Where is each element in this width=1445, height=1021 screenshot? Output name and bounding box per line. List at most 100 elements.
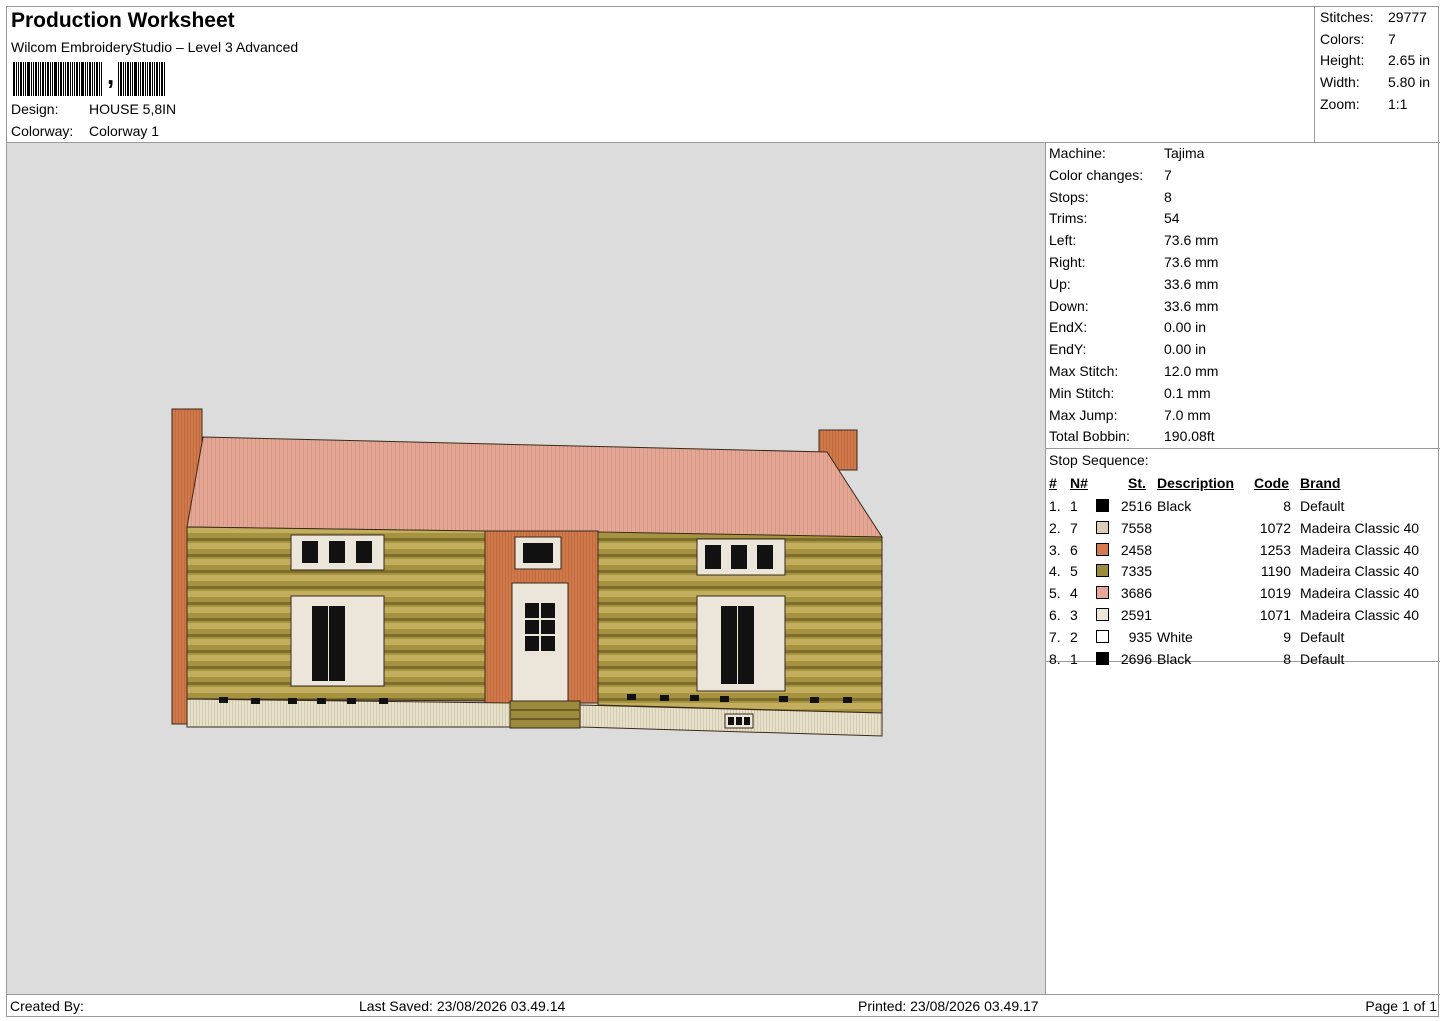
- stop-index: 1.: [1049, 498, 1061, 514]
- needle-number: 1: [1070, 650, 1078, 667]
- machine-label: Right:: [1049, 254, 1086, 270]
- barcode-bar: [118, 62, 120, 96]
- barcode-bar: [149, 62, 152, 96]
- colorway-row: Colorway: Colorway 1: [11, 123, 159, 139]
- machine-value: 7.0 mm: [1164, 406, 1211, 423]
- machine-label: Min Stitch:: [1049, 384, 1115, 401]
- barcode-bar: [120, 62, 123, 96]
- summary-value: 29777: [1388, 9, 1427, 25]
- machine-label: Max Jump:: [1049, 406, 1118, 423]
- barcode-bar: [123, 62, 125, 96]
- barcode-bar: [67, 62, 69, 96]
- summary-value: 5.80 in: [1388, 74, 1431, 90]
- thread-code: 8: [1283, 498, 1291, 514]
- barcode-bar: [60, 62, 62, 96]
- barcode-bar: [52, 62, 53, 96]
- barcode-bar: [54, 62, 57, 96]
- barcode-bar: [20, 62, 22, 96]
- stitch-count: 3686: [1120, 585, 1152, 602]
- machine-row: Color changes: 7: [1049, 167, 1172, 183]
- barcode-bar: [161, 62, 164, 96]
- barcode-bar: [38, 62, 39, 96]
- barcode-bar: [35, 62, 37, 96]
- summary-stitches: Stitches: 29777: [1320, 9, 1427, 25]
- thread-brand: Madeira Classic 40: [1300, 563, 1420, 580]
- barcode-bar: [125, 62, 127, 96]
- barcode-bar: [92, 62, 93, 96]
- thread-code: 8: [1283, 650, 1291, 667]
- page-title: Production Worksheet: [11, 9, 235, 32]
- barcode-bar: [130, 62, 132, 96]
- stitch-count: 7558: [1120, 519, 1152, 536]
- summary-label: Height:: [1320, 52, 1365, 68]
- thread-brand: Madeira Classic 40: [1300, 607, 1420, 623]
- thread-code: 1019: [1259, 585, 1291, 602]
- machine-row: Min Stitch: 0.1 mm: [1049, 385, 1211, 401]
- barcode: ,: [13, 60, 166, 96]
- worksheet-header: Production Worksheet Wilcom EmbroiderySt…: [7, 7, 1314, 143]
- stop-index: 2.: [1049, 519, 1061, 536]
- barcode-bar: [50, 62, 51, 96]
- machine-value: 33.6 mm: [1164, 297, 1219, 314]
- stop-row: 3. 6 2458 1253 Madeira Classic 40: [1046, 540, 1440, 562]
- stop-index: 4.: [1049, 563, 1061, 580]
- thread-brand: Default: [1300, 498, 1345, 514]
- thread-code: 9: [1283, 628, 1291, 645]
- barcode-bar: [87, 62, 88, 96]
- barcode-bar: [159, 62, 161, 96]
- production-worksheet: Production Worksheet Wilcom EmbroiderySt…: [6, 6, 1440, 1017]
- thread-brand: Default: [1300, 628, 1345, 645]
- machine-details: Machine: Tajima Color changes: 7 Stops: 8 Trim…: [1046, 143, 1440, 449]
- stop-row: 1. 1 2516 Black 8 Default: [1046, 496, 1440, 518]
- machine-value: 33.6 mm: [1164, 275, 1219, 292]
- barcode-bar: [16, 62, 17, 96]
- needle-number: 3: [1070, 607, 1078, 623]
- color-swatch: [1096, 586, 1109, 600]
- barcode-bar: [85, 62, 86, 96]
- barcode-bar: [154, 62, 156, 96]
- barcode-bar: [138, 62, 140, 96]
- thread-description: White: [1157, 628, 1193, 645]
- thread-code: 1253: [1259, 541, 1291, 558]
- stop-index: 6.: [1049, 607, 1061, 623]
- thread-code: 1071: [1259, 607, 1291, 623]
- machine-label: Stops:: [1049, 188, 1089, 205]
- summary-label: Stitches:: [1320, 9, 1374, 25]
- machine-label: EndY:: [1049, 341, 1087, 358]
- stop-row: 5. 4 3686 1019 Madeira Classic 40: [1046, 583, 1440, 605]
- barcode-bar: [40, 62, 41, 96]
- barcode-bar: [101, 62, 102, 96]
- stitch-count: 935: [1128, 628, 1152, 645]
- stop-row: 7. 2 935 White 9 Default: [1046, 627, 1440, 649]
- machine-label: Total Bobbin:: [1049, 428, 1130, 445]
- barcode-bar: [27, 62, 30, 96]
- machine-row: Max Jump: 7.0 mm: [1049, 407, 1211, 423]
- barcode-bar: [134, 62, 138, 96]
- barcode-bar: [81, 62, 84, 96]
- barcode-bar: [164, 62, 166, 96]
- machine-label: Down:: [1049, 297, 1089, 314]
- machine-label: Max Stitch:: [1049, 363, 1119, 379]
- machine-label: Up:: [1049, 275, 1071, 292]
- stop-index: 8.: [1049, 650, 1061, 667]
- color-swatch: [1096, 651, 1109, 665]
- stitch-count: 2696: [1120, 650, 1152, 667]
- roof: [186, 436, 883, 538]
- machine-row: Max Stitch: 12.0 mm: [1049, 363, 1218, 379]
- machine-label: EndX:: [1049, 319, 1088, 336]
- summary-value: 1:1: [1388, 96, 1408, 112]
- stop-index: 5.: [1049, 585, 1061, 602]
- color-swatch: [1096, 608, 1109, 621]
- machine-row: EndX: 0.00 in: [1049, 319, 1206, 335]
- info-panel: Machine: Tajima Color changes: 7 Stops: 8 Trim…: [1046, 143, 1440, 994]
- color-swatch: [1096, 542, 1109, 556]
- stop-sequence: Stop Sequence: # N# St. Description Code…: [1046, 449, 1440, 667]
- barcode-bar: [47, 62, 49, 96]
- barcode-bar: [65, 62, 66, 96]
- machine-row: Right: 73.6 mm: [1049, 254, 1218, 270]
- barcode-bar: [58, 62, 59, 96]
- created-by: Created By:: [10, 998, 84, 1014]
- summary-width: Width: 5.80 in: [1320, 74, 1430, 90]
- summary-label: Zoom:: [1320, 96, 1360, 112]
- thread-description: Black: [1157, 498, 1192, 514]
